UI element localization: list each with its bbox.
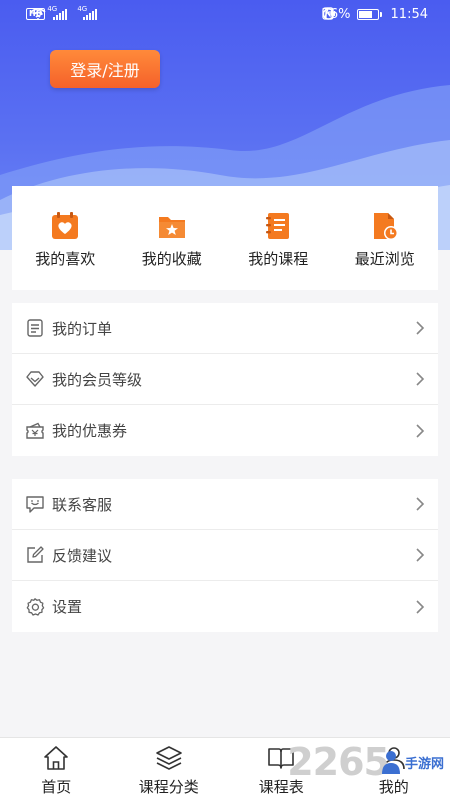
quick-action-label: 我的课程 — [248, 250, 309, 268]
nav-label: 课程分类 — [138, 778, 199, 796]
chevron-right-icon — [416, 321, 425, 335]
chat-icon — [26, 496, 44, 513]
menu-item-settings[interactable]: 设置 — [12, 581, 438, 632]
gear-icon — [26, 597, 45, 616]
star-folder-icon — [158, 217, 185, 238]
notebook-icon — [266, 213, 290, 239]
vibrate-icon — [322, 7, 335, 20]
menu-item-feedback[interactable]: 反馈建议 — [12, 530, 438, 581]
quick-action-likes[interactable]: 我的喜欢 — [12, 186, 119, 290]
book-icon — [268, 748, 295, 769]
menu-item-membership[interactable]: 我的会员等级 — [12, 354, 438, 405]
network-type-label: 4G — [47, 4, 58, 13]
menu-item-label: 我的订单 — [52, 319, 113, 338]
quick-action-label: 我的喜欢 — [35, 250, 96, 268]
nav-label: 我的 — [378, 778, 409, 796]
user-icon — [382, 747, 405, 770]
menu-item-label: 联系客服 — [52, 495, 113, 514]
nav-mine[interactable]: 我的 — [338, 738, 450, 800]
quick-action-label: 我的收藏 — [141, 250, 202, 268]
order-list-icon — [27, 319, 43, 337]
nav-course-categories[interactable]: 课程分类 — [113, 738, 226, 800]
nav-label: 首页 — [41, 778, 72, 796]
quick-action-recent[interactable]: 最近浏览 — [332, 186, 439, 290]
signal-icon: 4G — [47, 5, 68, 20]
chevron-right-icon — [416, 497, 425, 511]
battery-icon — [356, 9, 382, 20]
nav-label: 课程表 — [258, 778, 304, 796]
account-menu-group: 我的订单 我的会员等级 我的优惠券 — [12, 303, 438, 456]
clock-document-icon — [373, 213, 398, 240]
layers-icon — [155, 746, 182, 770]
quick-action-courses[interactable]: 我的课程 — [225, 186, 332, 290]
menu-item-label: 设置 — [52, 598, 83, 616]
diamond-icon — [26, 371, 44, 387]
coupon-icon — [26, 422, 44, 439]
menu-item-customer-service[interactable]: 联系客服 — [12, 479, 438, 530]
bottom-navigation: 首页 课程分类 课程表 我的 — [0, 737, 450, 800]
chevron-right-icon — [416, 372, 425, 386]
quick-action-favorites[interactable]: 我的收藏 — [119, 186, 226, 290]
support-menu-group: 联系客服 反馈建议 设置 — [12, 479, 438, 632]
chevron-right-icon — [416, 599, 425, 614]
home-icon — [44, 746, 69, 770]
network-type-label: 4G — [77, 4, 88, 13]
menu-item-label: 我的优惠券 — [52, 422, 128, 440]
menu-item-label: 反馈建议 — [52, 546, 113, 565]
chevron-right-icon — [416, 548, 425, 562]
quick-action-label: 最近浏览 — [354, 250, 415, 268]
nav-home[interactable]: 首页 — [0, 738, 113, 800]
login-register-button[interactable]: 登录/注册 — [50, 50, 160, 88]
heart-calendar-icon — [52, 212, 79, 239]
menu-item-coupons[interactable]: 我的优惠券 — [12, 405, 438, 456]
wifi-icon — [30, 8, 46, 20]
signal-icon: 4G — [77, 5, 98, 20]
quick-actions-card: 我的喜欢 我的收藏 我的课程 最近浏览 — [12, 186, 438, 290]
menu-item-orders[interactable]: 我的订单 — [12, 303, 438, 354]
edit-icon — [27, 546, 44, 563]
status-time: 11:54 — [390, 7, 428, 22]
status-bar: HD 4G 4G 76% 11:54 — [0, 0, 450, 30]
menu-item-label: 我的会员等级 — [52, 370, 143, 389]
nav-schedule[interactable]: 课程表 — [225, 738, 338, 800]
chevron-right-icon — [416, 423, 425, 438]
